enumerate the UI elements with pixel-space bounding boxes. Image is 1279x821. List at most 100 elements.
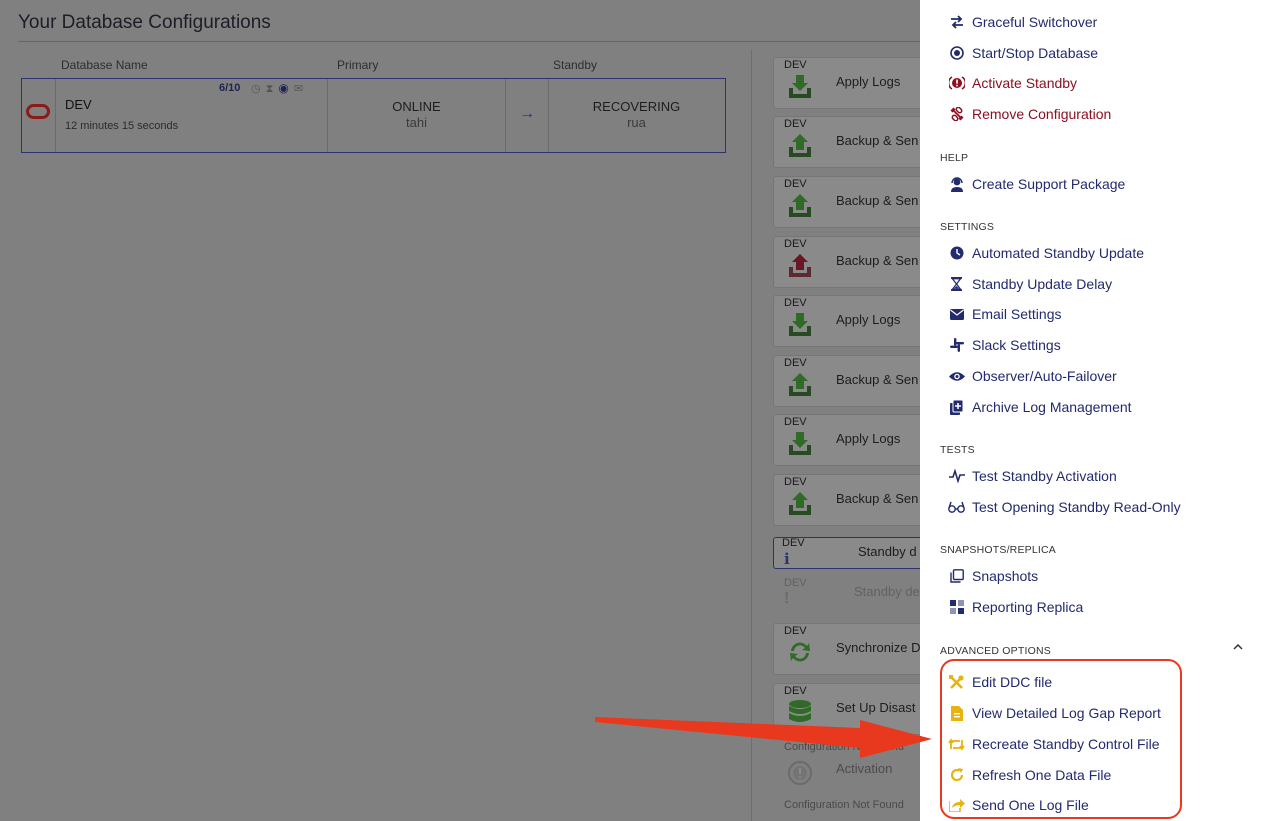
menu-item-label: Activate Standby xyxy=(972,75,1078,91)
exclamation-icon: ! xyxy=(784,590,790,607)
menu-item-view-detailed-log-gap-report[interactable]: View Detailed Log Gap Report xyxy=(948,703,1161,723)
task-card[interactable]: DEV Backup & Sen xyxy=(773,474,933,526)
download-green-icon xyxy=(789,432,811,455)
menu-item-create-support-package[interactable]: Create Support Package xyxy=(948,174,1125,194)
upload-green-icon xyxy=(789,134,811,157)
upload-green-icon xyxy=(789,492,811,515)
upload-green-icon xyxy=(789,373,811,396)
menu-item-label: Graceful Switchover xyxy=(972,14,1098,30)
clock-icon xyxy=(948,245,965,261)
download-green-icon xyxy=(789,313,811,336)
menu-item-standby-update-delay[interactable]: Standby Update Delay xyxy=(948,274,1112,294)
task-tag: DEV xyxy=(784,118,807,130)
alert-badge-icon xyxy=(948,75,965,91)
envelope-icon xyxy=(948,306,965,322)
task-card[interactable]: DEV Backup & Sen xyxy=(773,236,933,288)
task-card[interactable]: DEV i Standby d xyxy=(773,537,933,569)
menu-item-remove-configuration[interactable]: Remove Configuration xyxy=(948,104,1111,124)
menu-item-reporting-replica[interactable]: Reporting Replica xyxy=(948,597,1083,617)
task-label: Standby de xyxy=(854,584,920,599)
annotation-arrow xyxy=(595,717,932,758)
task-label: Apply Logs xyxy=(836,431,901,446)
task-card[interactable]: DEV ! Standby de xyxy=(773,575,933,615)
section-heading-help: HELP xyxy=(940,152,969,164)
menu-item-edit-ddc-file[interactable]: Edit DDC file xyxy=(948,672,1052,692)
task-tag: DEV xyxy=(784,59,807,71)
title-divider xyxy=(18,41,920,42)
stop-circle-icon xyxy=(948,45,965,61)
unlink-icon xyxy=(948,106,965,122)
menu-item-label: Archive Log Management xyxy=(972,399,1132,415)
standby-status[interactable]: RECOVERING rua xyxy=(548,99,725,130)
menu-item-label: View Detailed Log Gap Report xyxy=(972,705,1161,721)
menu-item-recreate-standby-control-file[interactable]: Recreate Standby Control File xyxy=(948,734,1160,754)
menu-item-label: Standby Update Delay xyxy=(972,276,1113,292)
task-tag: Configuration Not Found xyxy=(784,799,904,811)
menu-item-snapshots[interactable]: Snapshots xyxy=(948,566,1038,586)
menu-item-observer-auto-failover[interactable]: Observer/Auto-Failover xyxy=(948,366,1117,386)
primary-status[interactable]: ONLINE tahi xyxy=(327,99,506,130)
column-header-primary: Primary xyxy=(337,58,379,72)
task-card[interactable]: DEV Apply Logs xyxy=(773,295,933,347)
task-card[interactable]: DEV Backup & Sen xyxy=(773,355,933,407)
file-report-icon xyxy=(948,705,965,721)
menu-item-label: Refresh One Data File xyxy=(972,767,1112,783)
database-config-card[interactable]: DEV 12 minutes 15 seconds 6/10 ◷⧗◉✉ ONLI… xyxy=(21,78,726,153)
menu-item-label: Edit DDC file xyxy=(972,674,1053,690)
task-card[interactable]: Configuration Not Found xyxy=(773,798,933,821)
menu-item-automated-standby-update[interactable]: Automated Standby Update xyxy=(948,243,1144,263)
status-icons: ◷⧗◉✉ xyxy=(251,81,308,96)
upload-green-icon xyxy=(789,194,811,217)
section-heading-settings: SETTINGS xyxy=(940,221,995,233)
menu-item-archive-log-management[interactable]: Archive Log Management xyxy=(948,397,1132,417)
eye-icon xyxy=(948,368,965,384)
task-card[interactable]: DEV Apply Logs xyxy=(773,57,933,109)
task-label: Synchronize D xyxy=(836,640,921,655)
chevron-up-icon[interactable] xyxy=(1232,641,1244,653)
menu-item-email-settings[interactable]: Email Settings xyxy=(948,304,1061,324)
slack-icon xyxy=(948,337,965,353)
menu-item-label: Test Standby Activation xyxy=(972,468,1117,484)
eye-icon[interactable]: ◉ xyxy=(278,81,293,95)
download-green-icon xyxy=(789,75,811,98)
task-tag: DEV xyxy=(784,476,807,488)
task-card[interactable]: DEV Apply Logs xyxy=(773,414,933,466)
task-tag: DEV xyxy=(784,297,807,309)
envelope-icon[interactable]: ✉ xyxy=(294,83,308,95)
task-label: Apply Logs xyxy=(836,74,901,89)
upload-red-icon xyxy=(789,254,811,277)
task-tag: DEV xyxy=(784,416,807,428)
primary-status-text: ONLINE xyxy=(392,99,441,114)
task-tag: DEV xyxy=(784,178,807,190)
menu-item-test-standby-activation[interactable]: Test Standby Activation xyxy=(948,466,1117,486)
column-header-database-name: Database Name xyxy=(61,58,148,72)
section-heading-advanced-options: ADVANCED OPTIONS xyxy=(940,645,1051,657)
sync-icon xyxy=(790,642,810,662)
task-tag: DEV xyxy=(784,625,807,637)
task-card[interactable]: DEV Synchronize D xyxy=(773,623,933,675)
task-label: Backup & Sen xyxy=(836,253,919,268)
task-card[interactable]: DEV Backup & Sen xyxy=(773,116,933,168)
menu-item-start-stop-database[interactable]: Start/Stop Database xyxy=(948,43,1098,63)
task-card[interactable]: DEV Backup & Sen xyxy=(773,176,933,228)
refresh-icon xyxy=(948,767,965,783)
menu-item-refresh-one-data-file[interactable]: Refresh One Data File xyxy=(948,765,1111,785)
standby-host: rua xyxy=(627,115,646,130)
primary-host: tahi xyxy=(406,115,427,130)
menu-item-send-one-log-file[interactable]: Send One Log File xyxy=(948,795,1089,815)
menu-item-slack-settings[interactable]: Slack Settings xyxy=(948,335,1061,355)
menu-item-label: Reporting Replica xyxy=(972,599,1084,615)
menu-item-graceful-switchover[interactable]: Graceful Switchover xyxy=(948,12,1097,32)
tools-icon xyxy=(948,674,965,690)
menu-item-activate-standby[interactable]: Activate Standby xyxy=(948,73,1077,93)
menu-item-label: Email Settings xyxy=(972,306,1062,322)
support-agent-icon xyxy=(948,176,965,192)
menu-item-test-opening-standby-read-only[interactable]: Test Opening Standby Read-Only xyxy=(948,497,1181,517)
alert-circle-icon xyxy=(788,761,812,785)
clock-icon[interactable]: ◷ xyxy=(251,83,266,95)
cell-divider xyxy=(55,79,56,152)
hourglass-icon xyxy=(948,276,965,292)
pulse-icon xyxy=(948,468,965,484)
hourglass-icon[interactable]: ⧗ xyxy=(266,83,279,95)
task-label: Backup & Sen xyxy=(836,133,919,148)
